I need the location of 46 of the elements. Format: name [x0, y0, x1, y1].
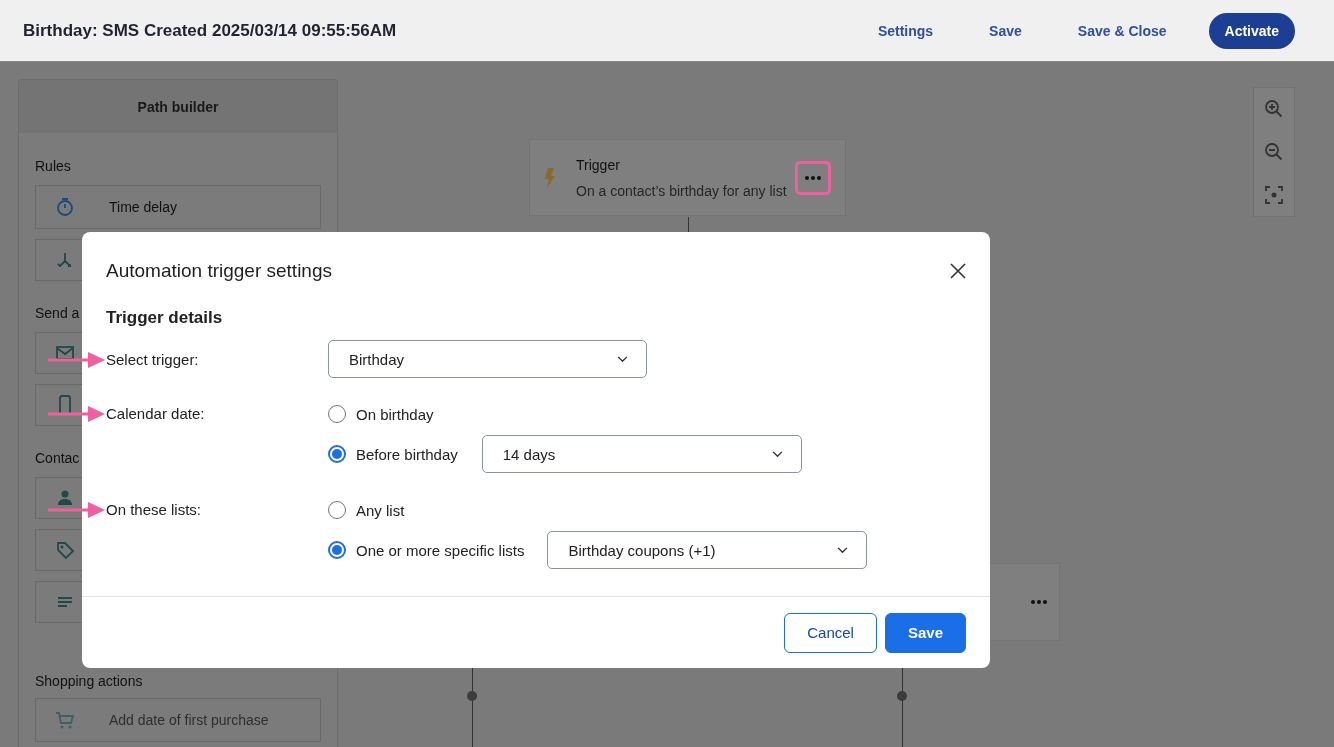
page-title: Birthday: SMS Created 2025/03/14 09:55:56AM: [23, 20, 397, 41]
panel-title: Path builder: [19, 80, 337, 133]
field-label: Calendar date:: [106, 405, 205, 423]
header-link[interactable]: Save & Close: [1077, 16, 1167, 45]
zoom-out-button[interactable]: [1263, 141, 1285, 163]
radio-option[interactable]: One or more specific lists: [328, 541, 525, 559]
section-heading: Shopping actions: [35, 673, 143, 690]
section-heading: Contac: [35, 450, 80, 467]
dialog-title: Automation trigger settings: [106, 260, 332, 282]
person-icon: [55, 488, 75, 508]
card-description: On a contact’s birthday for any list: [576, 182, 788, 199]
card-title: Trigger: [576, 156, 621, 173]
chevron-down-icon: [617, 355, 628, 363]
ellipsis-icon: [1031, 600, 1047, 604]
fit-view-button[interactable]: [1263, 183, 1285, 206]
cart-icon: [55, 710, 75, 730]
close-icon: [950, 263, 966, 279]
close-button[interactable]: [948, 261, 968, 281]
chevron-down-icon: [771, 450, 783, 458]
radio-option[interactable]: Any list: [328, 501, 405, 519]
field-label: Select trigger:: [106, 351, 199, 369]
activate-button[interactable]: Activate: [1208, 12, 1295, 49]
chevron-down-icon: [837, 546, 849, 554]
section-title: Trigger details: [106, 308, 224, 328]
zoom-in-icon: [1264, 99, 1284, 120]
ellipsis-icon: [805, 175, 821, 180]
section-heading: Send a: [35, 305, 80, 322]
trigger-card[interactable]: Trigger On a contact’s birthday for any list: [529, 139, 846, 216]
radio-option[interactable]: Before birthday: [328, 445, 458, 463]
field-label: On these lists:: [106, 501, 202, 519]
more-button[interactable]: [795, 160, 831, 195]
save-button[interactable]: Save: [884, 612, 966, 653]
focus-icon: [1264, 184, 1284, 205]
sidebar-item[interactable]: Time delay: [35, 185, 321, 229]
tag-icon: [55, 540, 75, 560]
timer-icon: [55, 197, 75, 217]
header-link[interactable]: Save: [989, 16, 1022, 45]
trigger-dropdown[interactable]: Birthday: [328, 340, 647, 378]
cancel-button[interactable]: Cancel: [784, 612, 877, 653]
option-dropdown[interactable]: 14 days: [481, 435, 802, 473]
section-heading: Rules: [35, 158, 71, 175]
zoom-out-icon: [1264, 142, 1284, 162]
radio-option[interactable]: On birthday: [328, 405, 434, 423]
lightning-icon: [544, 167, 556, 188]
header-link[interactable]: Settings: [877, 16, 934, 45]
option-dropdown[interactable]: Birthday coupons (+1): [547, 531, 868, 569]
